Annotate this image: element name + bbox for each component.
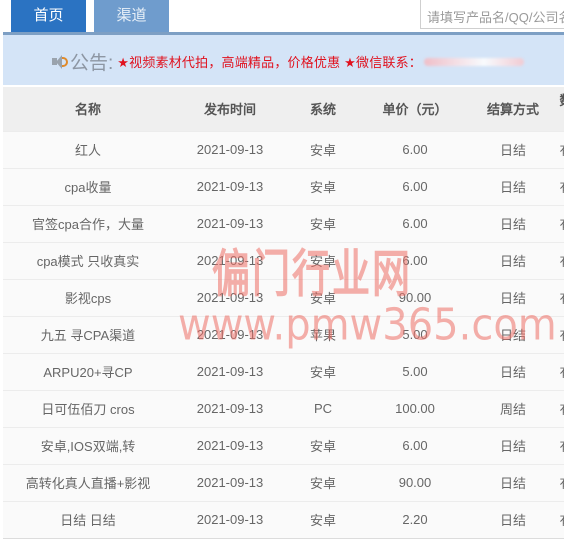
cell-price: 2.20 <box>359 500 471 539</box>
cell-price: 5.00 <box>359 315 471 353</box>
cell-date: 2021-09-13 <box>173 426 287 464</box>
table-row[interactable]: ARPU20+寻CP2021-09-13安卓5.00日结有后台 <box>3 352 564 390</box>
cell-data-view: 有后台 <box>555 278 564 316</box>
table-row[interactable]: 官签cpa合作，大量2021-09-13安卓6.00日结有后台 <box>3 204 564 242</box>
table-row[interactable]: 高转化真人直播+影视2021-09-13安卓90.00日结有后台 <box>3 463 564 501</box>
cell-settlement: 日结 <box>471 426 555 464</box>
cell-name[interactable]: 九五 寻CPA渠道 <box>3 315 173 353</box>
cell-system: 安卓 <box>287 241 359 279</box>
announcement-bar: 公告: ★视频素材代拍，高端精品，价格优惠 ★微信联系： <box>3 35 564 85</box>
table-row[interactable]: 日可伍佰刀 cros2021-09-13PC100.00周结有后台 <box>3 389 564 427</box>
table-row[interactable]: 影视cps2021-09-13安卓90.00日结有后台 <box>3 278 564 316</box>
table-body: 红人2021-09-13安卓6.00日结有后台cpa收量2021-09-13安卓… <box>3 130 564 539</box>
cell-date: 2021-09-13 <box>173 463 287 501</box>
cell-system: 安卓 <box>287 167 359 205</box>
cell-date: 2021-09-13 <box>173 278 287 316</box>
cell-data-view: 有后台 <box>555 315 564 353</box>
cell-name[interactable]: cpa模式 只收真实 <box>3 241 173 279</box>
table-header-row: 名称 发布时间 系统 单价（元） 结算方式 数据查看 <box>3 87 564 131</box>
cell-system: 安卓 <box>287 500 359 539</box>
cell-settlement: 周结 <box>471 389 555 427</box>
header-date: 发布时间 <box>173 87 287 131</box>
cell-system: 安卓 <box>287 426 359 464</box>
cell-data-view: 有后台 <box>555 426 564 464</box>
speaker-icon <box>51 54 69 70</box>
cell-date: 2021-09-13 <box>173 204 287 242</box>
cell-date: 2021-09-13 <box>173 500 287 539</box>
cell-price: 6.00 <box>359 167 471 205</box>
announcement-label: 公告: <box>70 53 114 74</box>
announcement-text: ★视频素材代拍，高端精品，价格优惠 ★微信联系： <box>117 55 423 70</box>
cell-price: 6.00 <box>359 241 471 279</box>
header-settlement: 结算方式 <box>471 87 555 131</box>
table-row[interactable]: 九五 寻CPA渠道2021-09-13苹果5.00日结有后台 <box>3 315 564 353</box>
cell-system: 安卓 <box>287 130 359 168</box>
cell-settlement: 日结 <box>471 204 555 242</box>
cell-settlement: 日结 <box>471 278 555 316</box>
table-row[interactable]: 红人2021-09-13安卓6.00日结有后台 <box>3 130 564 168</box>
top-nav-bar: 首页 渠道 <box>0 0 564 32</box>
cell-data-view: 有后台 <box>555 241 564 279</box>
cell-name[interactable]: cpa收量 <box>3 167 173 205</box>
cell-data-view: 有后台 <box>555 204 564 242</box>
cell-name[interactable]: 高转化真人直播+影视 <box>3 463 173 501</box>
table-row[interactable]: cpa收量2021-09-13安卓6.00日结有后台 <box>3 167 564 205</box>
cell-data-view: 有后台 <box>555 167 564 205</box>
cell-name[interactable]: 官签cpa合作，大量 <box>3 204 173 242</box>
tab-channel[interactable]: 渠道 <box>94 0 169 32</box>
cell-price: 6.00 <box>359 426 471 464</box>
cell-name[interactable]: ARPU20+寻CP <box>3 352 173 390</box>
product-table-container: 名称 发布时间 系统 单价（元） 结算方式 数据查看 红人2021-09-13安… <box>3 87 564 539</box>
cell-date: 2021-09-13 <box>173 389 287 427</box>
cell-price: 90.00 <box>359 278 471 316</box>
cell-price: 6.00 <box>359 130 471 168</box>
tab-home[interactable]: 首页 <box>11 0 86 32</box>
cell-system: 安卓 <box>287 463 359 501</box>
cell-system: 安卓 <box>287 352 359 390</box>
cell-name[interactable]: 日可伍佰刀 cros <box>3 389 173 427</box>
header-price: 单价（元） <box>359 87 471 131</box>
cell-data-view: 有后台 <box>555 130 564 168</box>
cell-data-view: 有后台 <box>555 352 564 390</box>
cell-system: 安卓 <box>287 278 359 316</box>
cell-name[interactable]: 日结 日结 <box>3 500 173 539</box>
table-row[interactable]: cpa模式 只收真实2021-09-13安卓6.00日结有后台 <box>3 241 564 279</box>
cell-settlement: 日结 <box>471 167 555 205</box>
cell-date: 2021-09-13 <box>173 315 287 353</box>
cell-data-view: 有后台 <box>555 500 564 539</box>
cell-name[interactable]: 红人 <box>3 130 173 168</box>
cell-date: 2021-09-13 <box>173 241 287 279</box>
cell-settlement: 日结 <box>471 500 555 539</box>
cell-settlement: 日结 <box>471 352 555 390</box>
header-data-view: 数据查看 <box>555 87 564 131</box>
header-system: 系统 <box>287 87 359 131</box>
cell-system: 苹果 <box>287 315 359 353</box>
table-row[interactable]: 安卓,IOS双端,转2021-09-13安卓6.00日结有后台 <box>3 426 564 464</box>
redacted-contact <box>424 57 525 66</box>
cell-name[interactable]: 影视cps <box>3 278 173 316</box>
cell-settlement: 日结 <box>471 463 555 501</box>
cell-system: 安卓 <box>287 204 359 242</box>
header-name: 名称 <box>3 87 173 131</box>
cell-price: 6.00 <box>359 204 471 242</box>
cell-price: 5.00 <box>359 352 471 390</box>
cell-data-view: 有后台 <box>555 463 564 501</box>
cell-data-view: 有后台 <box>555 389 564 427</box>
cell-system: PC <box>287 389 359 427</box>
cell-name[interactable]: 安卓,IOS双端,转 <box>3 426 173 464</box>
table-row[interactable]: 日结 日结2021-09-13安卓2.20日结有后台 <box>3 500 564 539</box>
search-input[interactable] <box>420 0 564 29</box>
cell-settlement: 日结 <box>471 315 555 353</box>
cell-price: 90.00 <box>359 463 471 501</box>
cell-date: 2021-09-13 <box>173 130 287 168</box>
product-table: 名称 发布时间 系统 单价（元） 结算方式 数据查看 红人2021-09-13安… <box>3 87 564 539</box>
cell-settlement: 日结 <box>471 130 555 168</box>
cell-price: 100.00 <box>359 389 471 427</box>
cell-settlement: 日结 <box>471 241 555 279</box>
cell-date: 2021-09-13 <box>173 352 287 390</box>
cell-date: 2021-09-13 <box>173 167 287 205</box>
